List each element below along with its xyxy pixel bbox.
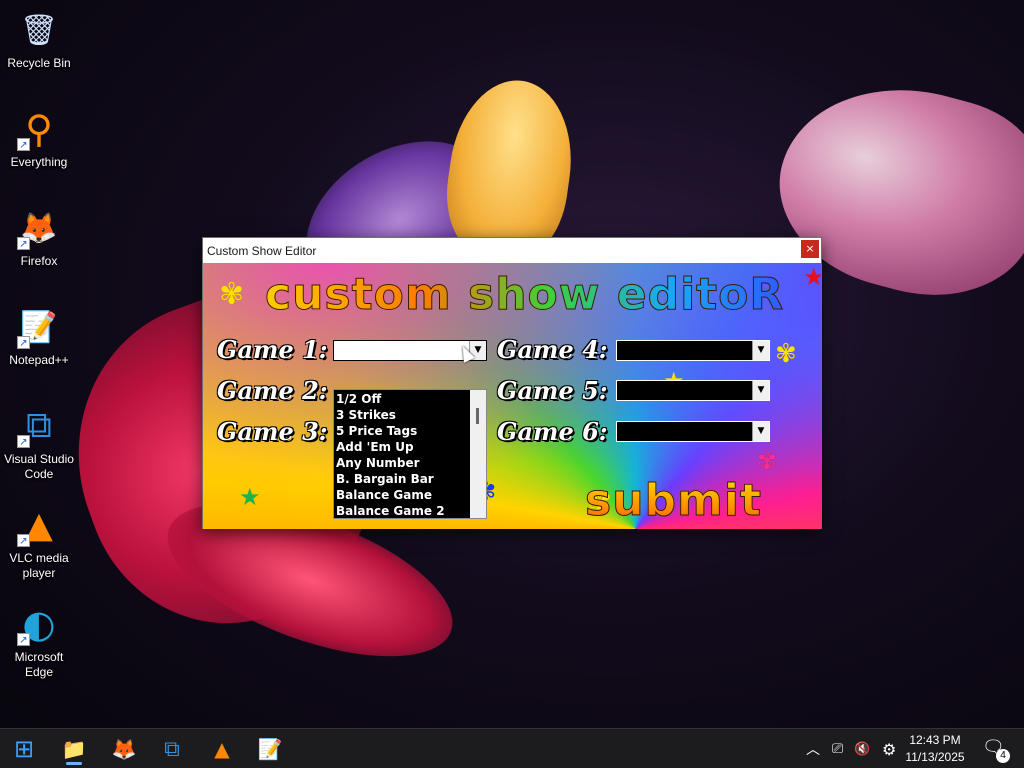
custom-show-editor-window: Custom Show Editor × ✾ custom show edito… — [202, 237, 822, 529]
taskbar-vscode[interactable]: ⧉ — [154, 733, 190, 765]
dropdown-option[interactable]: Any Number — [336, 455, 470, 471]
submit-button[interactable]: submit — [585, 475, 762, 527]
desktop-icon-vlc[interactable]: ▲ ↗ VLC media player — [0, 503, 78, 581]
windows-logo-icon: ⊞ — [13, 735, 35, 763]
desktop-icon-edge[interactable]: ◐ ↗ Microsoft Edge — [0, 602, 78, 680]
recycle-bin-icon: 🗑 — [19, 12, 59, 48]
star-icon: ★ — [803, 263, 821, 291]
desktop-icon-vscode[interactable]: ⧉ ↗ Visual Studio Code — [0, 404, 78, 482]
shortcut-arrow-icon: ↗ — [17, 237, 30, 250]
notification-center-button[interactable]: 🗨 4 — [982, 737, 1010, 763]
firefox-icon: 🦊 — [111, 737, 137, 761]
dropdown-scrollbar[interactable] — [470, 390, 486, 518]
notepad-plus-plus-icon: 📝 — [257, 737, 283, 761]
close-button[interactable]: × — [801, 240, 819, 258]
volume-button[interactable]: 🔇 — [854, 729, 870, 768]
desktop-icon-label: Everything — [10, 155, 68, 169]
dropdown-option[interactable]: 3 Strikes — [336, 407, 470, 423]
window-titlebar[interactable]: Custom Show Editor — [203, 238, 821, 263]
desktop-icon-firefox[interactable]: 🦊 ↗ Firefox — [0, 206, 78, 269]
desktop-icon-everything[interactable]: ⚲ ↗ Everything — [0, 107, 78, 170]
game6-select[interactable]: ▼ — [616, 421, 770, 442]
scrollbar-thumb[interactable] — [476, 408, 479, 424]
everything-search-icon: ⚲ ↗ — [17, 107, 61, 151]
game1-label: Game 1: — [217, 335, 328, 364]
vlc-icon: ▲ ↗ — [17, 503, 61, 547]
taskbar-vlc[interactable]: ▲ — [204, 733, 240, 765]
shortcut-arrow-icon: ↗ — [17, 435, 30, 448]
desktop-icon-recycle-bin[interactable]: 🗑 Recycle Bin — [0, 8, 78, 71]
vscode-icon: ⧉ ↗ — [17, 404, 61, 448]
settings-button[interactable]: ⚙ — [882, 729, 896, 768]
clock-date: 11/13/2025 — [905, 750, 965, 764]
tray-overflow-button[interactable]: ︿ — [806, 729, 820, 768]
editor-panel: ✾ custom show editoR ★ ★ ★ ✾ ✾ ✾ ✾ Game … — [203, 263, 821, 529]
firefox-icon: 🦊 ↗ — [17, 206, 61, 250]
taskbar-file-explorer[interactable]: 📁 — [56, 733, 92, 765]
start-button[interactable]: ⊞ — [6, 733, 42, 765]
dropdown-option[interactable]: B. Bargain Bar — [336, 471, 470, 487]
flower-icon: ✾ — [219, 277, 245, 312]
folder-icon: 📁 — [61, 737, 87, 761]
desktop-icon-label: VLC media player — [9, 551, 69, 580]
desktop-icon-label: Notepad++ — [9, 353, 69, 367]
gear-icon: ⚙ — [882, 739, 897, 759]
dropdown-option[interactable]: 5 Price Tags — [336, 423, 470, 439]
taskbar-notepad-plus-plus[interactable]: 📝 — [252, 733, 288, 765]
chevron-up-icon: ︿ — [806, 742, 820, 758]
dropdown-options: 1/2 Off 3 Strikes 5 Price Tags Add 'Em Up An… — [334, 390, 470, 519]
taskbar-clock[interactable]: 12:43 PM 11/13/2025 — [900, 732, 970, 766]
game2-label: Game 2: — [217, 376, 328, 405]
notepad-plus-plus-icon: 📝 ↗ — [17, 305, 61, 349]
shortcut-arrow-icon: ↗ — [17, 633, 30, 646]
desktop-icon-label: Visual Studio Code — [4, 452, 74, 481]
volume-muted-icon: 🔇 — [854, 741, 871, 757]
game3-label: Game 3: — [217, 417, 328, 446]
taskbar: ⊞ 📁 🦊 ⧉ ▲ 📝 ︿ ⎚ 🔇 ⚙ 12:43 PM 11/13/2025 … — [0, 728, 1024, 768]
chevron-down-icon[interactable]: ▼ — [752, 341, 769, 360]
dropdown-option[interactable]: 1/2 Off — [336, 391, 470, 407]
game5-select[interactable]: ▼ — [616, 380, 770, 401]
dropdown-option[interactable]: Add 'Em Up — [336, 439, 470, 455]
desktop-icon-notepad-plus-plus[interactable]: 📝 ↗ Notepad++ — [0, 305, 78, 368]
shortcut-arrow-icon: ↗ — [17, 534, 30, 547]
vscode-icon: ⧉ — [164, 736, 180, 762]
flower-icon: ✾ — [775, 339, 797, 369]
dropdown-option[interactable]: Balance Game — [336, 487, 470, 503]
chevron-down-icon[interactable]: ▼ — [752, 422, 769, 441]
desktop-icon-label: Recycle Bin — [7, 56, 71, 70]
network-button[interactable]: ⎚ — [832, 729, 843, 768]
game4-label: Game 4: — [497, 335, 608, 364]
dropdown-option[interactable]: Balance Game 2 — [336, 503, 470, 519]
shortcut-arrow-icon: ↗ — [17, 138, 30, 151]
game6-label: Game 6: — [497, 417, 608, 446]
game4-select[interactable]: ▼ — [616, 340, 770, 361]
vlc-icon: ▲ — [214, 737, 230, 761]
desktop-icon-label: Microsoft Edge — [14, 650, 64, 679]
taskbar-firefox[interactable]: 🦊 — [106, 733, 142, 765]
window-title: Custom Show Editor — [207, 243, 317, 258]
notification-count-badge: 4 — [996, 749, 1010, 763]
desktop-icon-label: Firefox — [20, 254, 58, 268]
clock-time: 12:43 PM — [909, 733, 961, 747]
game5-label: Game 5: — [497, 376, 608, 405]
editor-heading: custom show editoR — [264, 269, 785, 321]
flower-icon: ✾ — [757, 447, 778, 475]
shortcut-arrow-icon: ↗ — [17, 336, 30, 349]
chevron-down-icon[interactable]: ▼ — [752, 381, 769, 400]
star-icon: ★ — [239, 483, 261, 511]
game1-dropdown-list: 1/2 Off 3 Strikes 5 Price Tags Add 'Em Up An… — [333, 389, 487, 519]
edge-icon: ◐ ↗ — [17, 602, 61, 646]
network-icon: ⎚ — [832, 741, 844, 757]
